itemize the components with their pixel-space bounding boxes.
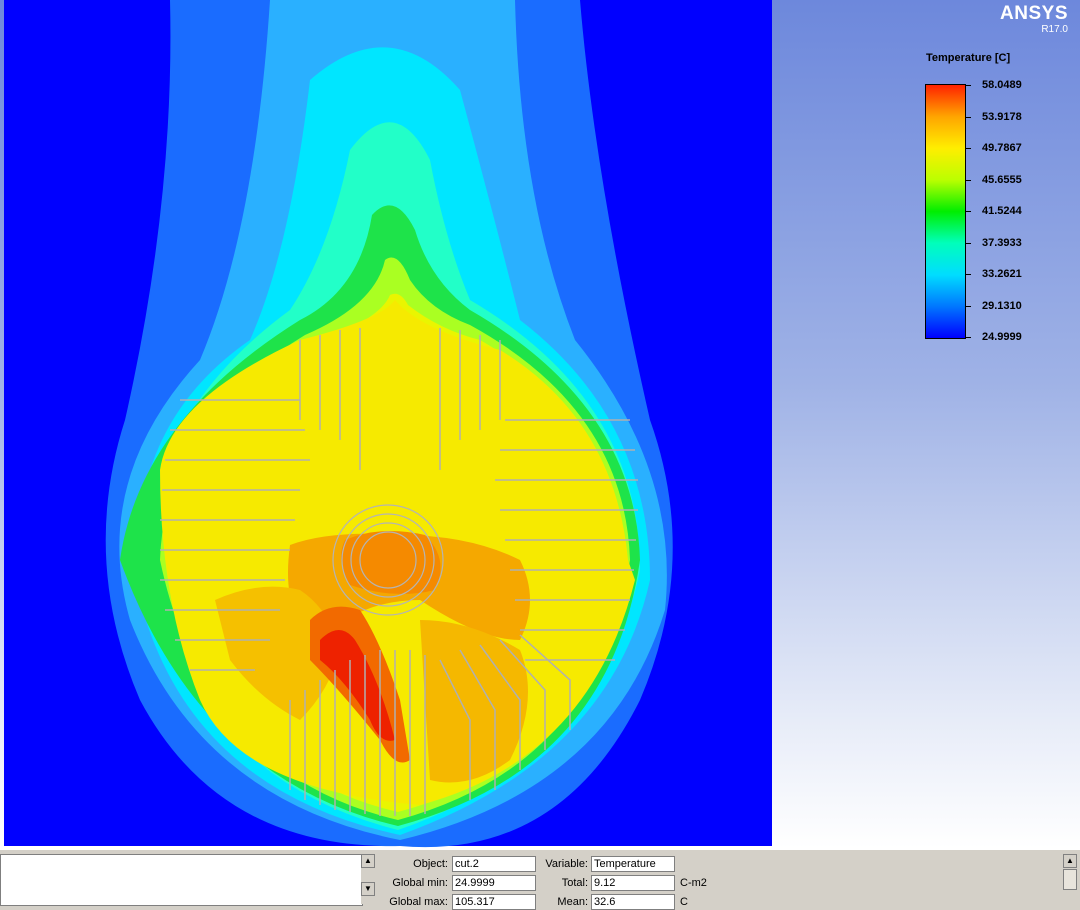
legend-tick-label: 37.3933 xyxy=(982,237,1022,249)
variable-label: Variable: xyxy=(545,858,588,870)
temperature-contour-plot[interactable] xyxy=(0,0,1080,848)
object-label: Object: xyxy=(413,858,448,870)
global-max-field[interactable]: 105.317 xyxy=(452,894,536,910)
legend-title: Temperature [C] xyxy=(926,52,1011,64)
legend-tick-mark xyxy=(965,180,971,181)
legend-tick-label: 49.7867 xyxy=(982,142,1022,154)
legend-tick-mark xyxy=(965,274,971,275)
brand-revision: R17.0 xyxy=(1041,24,1068,35)
legend-tick-mark xyxy=(965,243,971,244)
mean-field[interactable]: 32.6 xyxy=(591,894,675,910)
graphics-viewport[interactable]: ANSYS R17.0 Temperature [C] 58.0489 53.9… xyxy=(0,0,1080,848)
message-output-area[interactable] xyxy=(0,854,363,906)
info-panel: ▲ ▼ Object: cut.2 Global min: 24.9999 Gl… xyxy=(0,848,1080,910)
legend-tick-label: 58.0489 xyxy=(982,79,1022,91)
contour-bands xyxy=(105,0,673,848)
legend-tick-mark xyxy=(965,117,971,118)
panel-scrollbar[interactable]: ▲ xyxy=(1063,854,1077,904)
legend-tick-label: 24.9999 xyxy=(982,331,1022,343)
scroll-up-icon[interactable]: ▲ xyxy=(361,854,375,868)
scroll-down-icon[interactable]: ▼ xyxy=(361,882,375,896)
legend-tick-label: 41.5244 xyxy=(982,205,1022,217)
legend-tick-mark xyxy=(965,85,971,86)
legend-tick-mark xyxy=(965,148,971,149)
legend-color-bar xyxy=(925,84,966,339)
global-min-field[interactable]: 24.9999 xyxy=(452,875,536,891)
legend-tick-mark xyxy=(965,337,971,338)
mean-label: Mean: xyxy=(557,896,588,908)
legend-tick-label: 45.6555 xyxy=(982,174,1022,186)
global-min-label: Global min: xyxy=(392,877,448,889)
variable-field[interactable]: Temperature xyxy=(591,856,675,872)
scroll-up-icon[interactable]: ▲ xyxy=(1063,854,1077,868)
legend-tick-label: 29.1310 xyxy=(982,300,1022,312)
brand-name: ANSYS xyxy=(1000,3,1068,24)
total-field[interactable]: 9.12 xyxy=(591,875,675,891)
legend-tick-mark xyxy=(965,306,971,307)
legend-tick-label: 53.9178 xyxy=(982,111,1022,123)
mean-unit: C xyxy=(680,896,688,908)
legend-tick-mark xyxy=(965,211,971,212)
legend-tick-label: 33.2621 xyxy=(982,268,1022,280)
total-label: Total: xyxy=(561,877,588,889)
total-unit: C-m2 xyxy=(680,877,707,889)
ansys-logo: ANSYS R17.0 xyxy=(1000,4,1068,36)
scroll-thumb[interactable] xyxy=(1063,869,1077,890)
global-max-label: Global max: xyxy=(389,896,448,908)
message-scrollbar[interactable]: ▲ ▼ xyxy=(361,854,375,904)
object-field[interactable]: cut.2 xyxy=(452,856,536,872)
